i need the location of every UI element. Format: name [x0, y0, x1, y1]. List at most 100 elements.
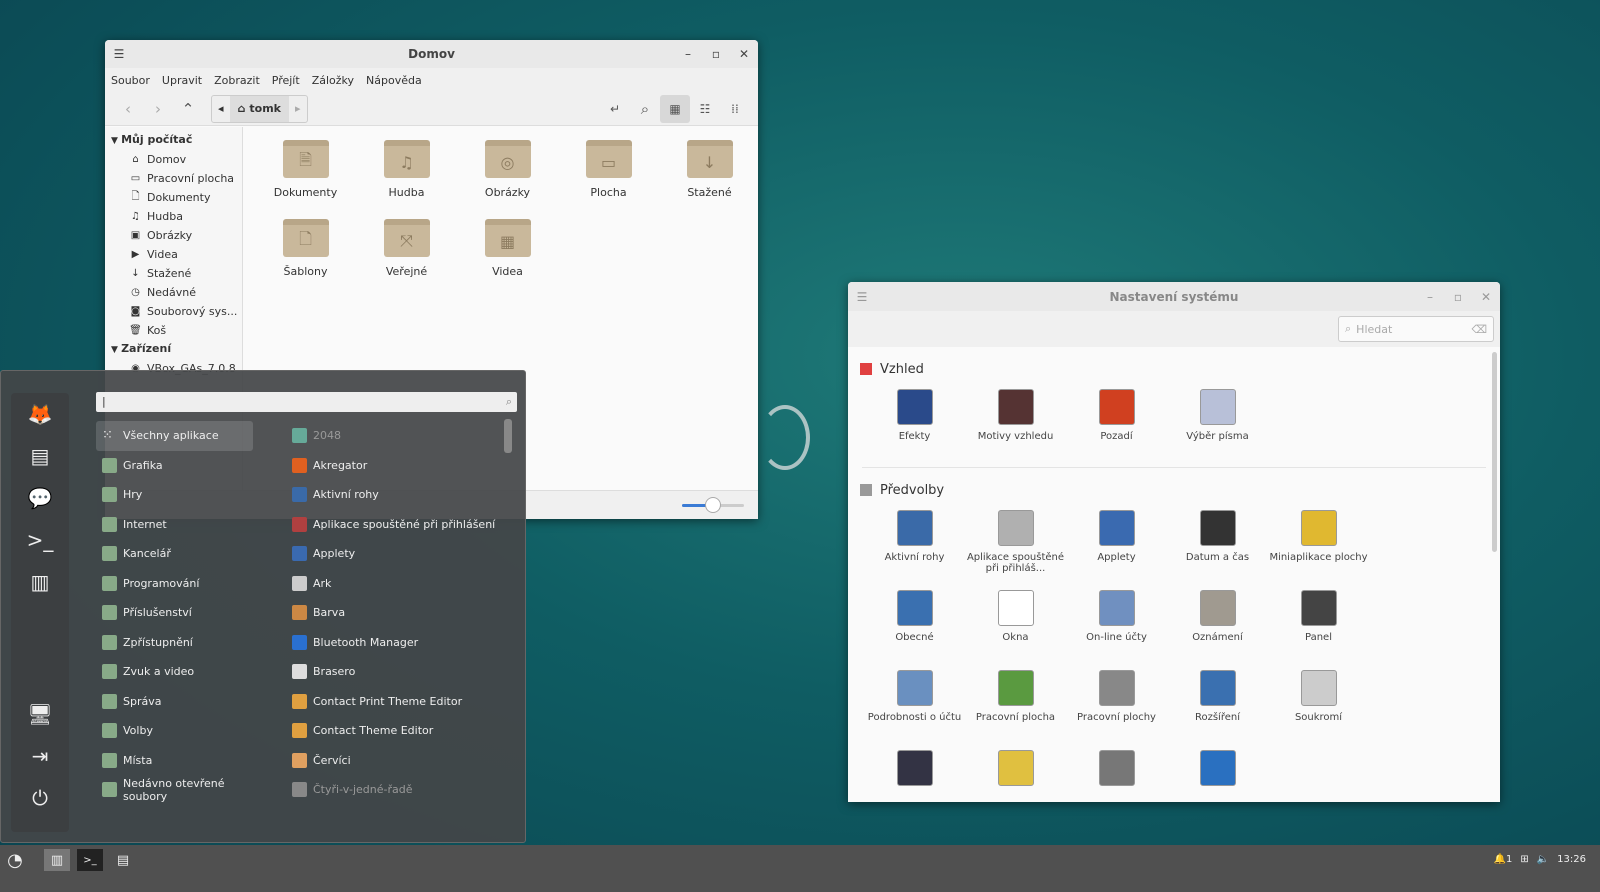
taskbar-software-icon[interactable]: ▤	[110, 849, 136, 871]
back-button[interactable]: ‹	[113, 95, 143, 123]
app-item[interactable]: Aktivní rohy	[286, 480, 506, 510]
category-item[interactable]: Správa	[96, 687, 253, 717]
taskbar-files-icon[interactable]: ▥	[44, 849, 70, 871]
settings-item[interactable]	[864, 742, 965, 802]
sidebar-item[interactable]: ▣ Obrázky	[105, 226, 242, 245]
menu-item[interactable]: Nápověda	[366, 74, 422, 87]
settings-item[interactable]: Aktivní rohy	[864, 502, 965, 582]
folder-item[interactable]: ▭ Plocha	[558, 140, 659, 199]
sidebar-item[interactable]: ↓ Stažené	[105, 264, 242, 283]
maximize-button[interactable]: ▫	[702, 47, 730, 61]
toggle-location-button[interactable]: ↵	[600, 95, 630, 123]
settings-item[interactable]: Podrobnosti o účtu	[864, 662, 965, 742]
breadcrumb-right-button[interactable]: ▸	[289, 102, 307, 115]
lock-screen-icon[interactable]: 🖥	[11, 693, 69, 735]
category-item[interactable]: Internet	[96, 510, 253, 540]
sidebar-item[interactable]: ◙ Souborový sys...	[105, 302, 242, 321]
menu-search-input[interactable]: | ⌕	[96, 392, 517, 412]
app-item[interactable]: Contact Print Theme Editor	[286, 687, 506, 717]
close-button[interactable]: ✕	[730, 47, 758, 61]
chat-icon[interactable]: 💬	[11, 477, 69, 519]
scrollbar[interactable]	[1492, 352, 1497, 552]
sidebar-section-header[interactable]: ▼ Můj počítač	[105, 131, 242, 150]
list-view-button[interactable]: ☷	[690, 95, 720, 123]
category-item[interactable]: Zvuk a video	[96, 657, 253, 687]
app-item[interactable]: Aplikace spouštěné při přihlášení	[286, 510, 506, 540]
settings-item[interactable]: Efekty	[864, 381, 965, 461]
settings-item[interactable]: Motivy vzhledu	[965, 381, 1066, 461]
settings-item[interactable]: Soukromí	[1268, 662, 1369, 742]
app-item[interactable]: Barva	[286, 598, 506, 628]
zoom-slider[interactable]	[682, 497, 744, 513]
app-item[interactable]: Čtyři-v-jedné-řadě	[286, 775, 506, 805]
notification-icon[interactable]: 🔔1	[1494, 854, 1513, 865]
settings-item[interactable]	[1167, 742, 1268, 802]
category-item[interactable]: Místa	[96, 746, 253, 776]
settings-item[interactable]	[1066, 742, 1167, 802]
search-input[interactable]: ⌕ Hledat ⌫	[1338, 316, 1494, 342]
files-icon[interactable]: ▥	[11, 561, 69, 603]
sidebar-item[interactable]: 🗑 Koš	[105, 321, 242, 340]
logout-icon[interactable]: ⇥	[11, 735, 69, 777]
settings-item[interactable]: On-line účty	[1066, 582, 1167, 662]
sidebar-item[interactable]: ▭ Pracovní plocha	[105, 169, 242, 188]
settings-item[interactable]: Obecné	[864, 582, 965, 662]
category-item[interactable]: Nedávno otevřené soubory	[96, 775, 253, 805]
minimize-button[interactable]: –	[674, 47, 702, 61]
category-item[interactable]: Hry	[96, 480, 253, 510]
sidebar-item[interactable]: ♫ Hudba	[105, 207, 242, 226]
category-item[interactable]: Volby	[96, 716, 253, 746]
menu-item[interactable]: Záložky	[312, 74, 354, 87]
folder-item[interactable]: ◎ Obrázky	[457, 140, 558, 199]
firefox-icon[interactable]: 🦊	[11, 393, 69, 435]
folder-item[interactable]: ↓ Stažené	[659, 140, 758, 199]
network-icon[interactable]: ⊞	[1520, 854, 1528, 865]
minimize-button[interactable]: –	[1416, 290, 1444, 304]
terminal-icon[interactable]: >_	[11, 519, 69, 561]
category-item[interactable]: Kancelář	[96, 539, 253, 569]
volume-icon[interactable]: 🔈	[1537, 854, 1549, 865]
folder-item[interactable]: ♫ Hudba	[356, 140, 457, 199]
settings-item[interactable]: Oznámení	[1167, 582, 1268, 662]
app-item[interactable]: Bluetooth Manager	[286, 628, 506, 658]
menu-item[interactable]: Soubor	[111, 74, 150, 87]
maximize-button[interactable]: ▫	[1444, 290, 1472, 304]
settings-item[interactable]: Miniaplikace plochy	[1268, 502, 1369, 582]
category-item[interactable]: Programování	[96, 569, 253, 599]
folder-item[interactable]: ▦ Videa	[457, 219, 558, 278]
sidebar-item[interactable]: ⌂ Domov	[105, 150, 242, 169]
folder-item[interactable]: 🗋 Šablony	[255, 219, 356, 278]
folder-item[interactable]: 🗎 Dokumenty	[255, 140, 356, 199]
settings-item[interactable]: Pracovní plocha	[965, 662, 1066, 742]
settings-item[interactable]: Rozšíření	[1167, 662, 1268, 742]
clear-icon[interactable]: ⌫	[1471, 323, 1487, 336]
app-item[interactable]: Červíci	[286, 746, 506, 776]
software-manager-icon[interactable]: ▤	[11, 435, 69, 477]
folder-item[interactable]: ⤧ Veřejné	[356, 219, 457, 278]
menu-button[interactable]: ◔	[2, 849, 28, 871]
compact-view-button[interactable]: ⁞⁞	[720, 95, 750, 123]
app-item[interactable]: 2048	[286, 421, 506, 451]
sidebar-item[interactable]: 🗋 Dokumenty	[105, 188, 242, 207]
breadcrumb-left-button[interactable]: ◂	[212, 102, 230, 115]
sidebar-item[interactable]: ▶ Videa	[105, 245, 242, 264]
settings-item[interactable]: Okna	[965, 582, 1066, 662]
category-item[interactable]: ⁙ Všechny aplikace	[96, 421, 253, 451]
menu-item[interactable]: Přejít	[272, 74, 300, 87]
settings-item[interactable]: Applety	[1066, 502, 1167, 582]
icon-view-button[interactable]: ▦	[660, 94, 690, 123]
settings-item[interactable]: Pracovní plochy	[1066, 662, 1167, 742]
category-item[interactable]: Zpřístupnění	[96, 628, 253, 658]
app-item[interactable]: Akregator	[286, 451, 506, 481]
close-button[interactable]: ✕	[1472, 290, 1500, 304]
taskbar-terminal-icon[interactable]: >_	[77, 849, 103, 871]
hamburger-menu-icon[interactable]: ☰	[105, 47, 133, 61]
settings-item[interactable]: Panel	[1268, 582, 1369, 662]
app-item[interactable]: Ark	[286, 569, 506, 599]
app-list-scrollbar[interactable]	[504, 419, 512, 453]
settings-item[interactable]: Datum a čas	[1167, 502, 1268, 582]
hamburger-menu-icon[interactable]: ☰	[848, 290, 876, 304]
category-item[interactable]: Grafika	[96, 451, 253, 481]
sidebar-item[interactable]: ◷ Nedávné	[105, 283, 242, 302]
settings-item[interactable]: Pozadí	[1066, 381, 1167, 461]
